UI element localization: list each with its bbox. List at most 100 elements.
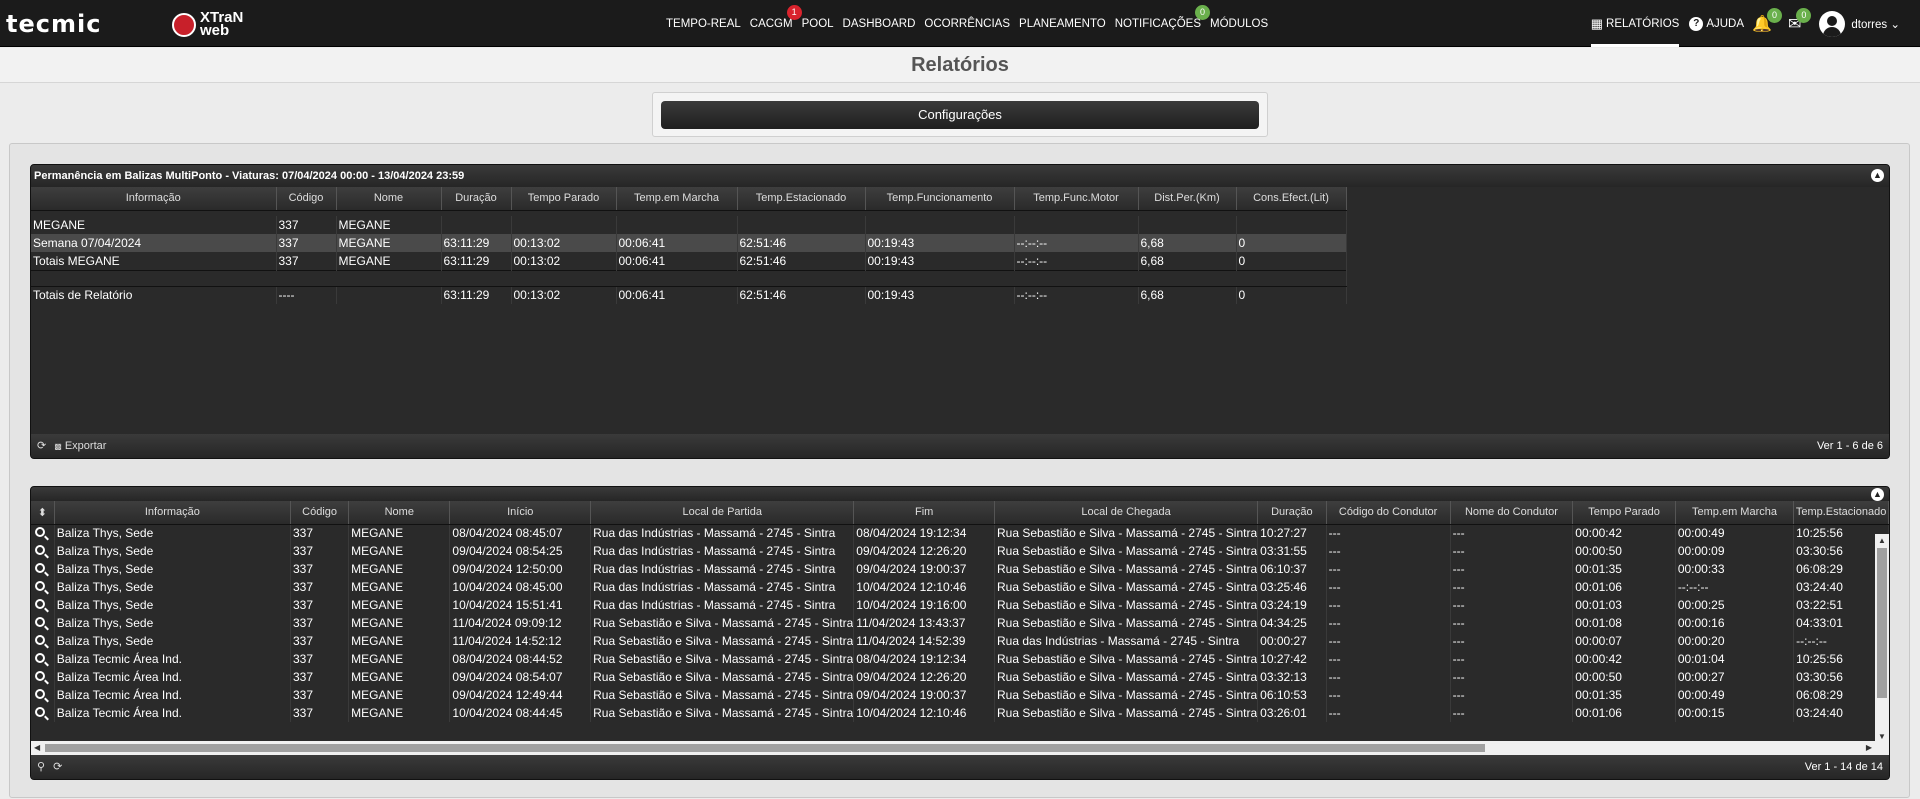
nav-item-planeamento[interactable]: PLANEAMENTO: [1019, 18, 1106, 30]
magnifier-icon[interactable]: [35, 635, 45, 645]
nav-item-tempo-real[interactable]: TEMPO-REAL: [666, 18, 741, 30]
column-header[interactable]: Nome do Condutor: [1450, 501, 1574, 525]
row-search-cell[interactable]: [31, 632, 55, 650]
row-search-cell[interactable]: [31, 686, 55, 704]
table-row[interactable]: Baliza Thys, Sede 337 MEGANE 11/04/2024 09:…: [31, 614, 1889, 632]
user-menu[interactable]: dtorres ⌄: [1851, 17, 1900, 31]
nav-item-cacgm[interactable]: CACGM 1: [750, 4, 802, 30]
column-header[interactable]: Cons.Efect.(Lit): [1236, 187, 1347, 211]
magnifier-icon[interactable]: [35, 653, 45, 663]
nav-item-notificações[interactable]: NOTIFICAÇÕES 0: [1115, 4, 1210, 30]
table-row[interactable]: Baliza Tecmic Área Ind. 337 MEGANE 09/04/20…: [31, 686, 1889, 704]
nav-badge: 1: [786, 4, 802, 20]
column-header[interactable]: Duração: [441, 187, 512, 211]
notifications-bell-icon[interactable]: 🔔 0: [1752, 7, 1782, 34]
magnifier-icon[interactable]: [35, 671, 45, 681]
column-header[interactable]: Local de Partida: [590, 501, 855, 525]
table-row[interactable]: Baliza Thys, Sede 337 MEGANE 09/04/2024 08:…: [31, 542, 1889, 560]
scroll-left-icon[interactable]: ◀: [34, 743, 40, 752]
row-search-cell[interactable]: [31, 596, 55, 614]
row-search-cell[interactable]: [31, 578, 55, 596]
table-row[interactable]: Baliza Thys, Sede 337 MEGANE 10/04/2024 08:…: [31, 578, 1889, 596]
row-search-cell[interactable]: [31, 542, 55, 560]
column-header[interactable]: Tempo Parado: [511, 187, 617, 211]
column-header[interactable]: Dist.Per.(Km): [1138, 187, 1237, 211]
nav-item-ocorrências[interactable]: OCORRÊNCIAS: [924, 18, 1010, 30]
nav-item-pool[interactable]: POOL: [802, 18, 834, 30]
column-header[interactable]: Local de Chegada: [994, 501, 1259, 525]
magnifier-icon[interactable]: [35, 563, 45, 573]
scroll-thumb[interactable]: [45, 744, 1485, 752]
magnifier-icon[interactable]: [35, 527, 45, 538]
column-header[interactable]: Informação: [54, 501, 291, 525]
avatar[interactable]: [1819, 10, 1846, 37]
magnifier-icon[interactable]: [35, 599, 45, 609]
table-cell: Rua Sebastião e Silva - Massamá - 2745 -…: [590, 686, 855, 704]
column-header[interactable]: Tempo Parado: [1572, 501, 1676, 525]
vertical-scrollbar[interactable]: ▲ ▼: [1875, 534, 1889, 743]
magnifier-icon[interactable]: [35, 617, 45, 627]
table-row[interactable]: Baliza Thys, Sede 337 MEGANE 08/04/2024 08:…: [31, 524, 1889, 542]
scroll-up-icon[interactable]: ▲: [1878, 536, 1886, 545]
table-cell: 08/04/2024 08:44:52: [449, 650, 592, 668]
search-icon[interactable]: ⚲: [37, 755, 45, 779]
row-search-cell[interactable]: [31, 650, 55, 668]
table-cell: 00:06:41: [616, 234, 738, 252]
total-row[interactable]: Totais de Relatório ---- 63:11:29 00:13:02 0…: [31, 286, 1347, 304]
table-cell: 0: [1236, 252, 1347, 270]
refresh-icon[interactable]: ⟳: [37, 434, 46, 458]
refresh-icon[interactable]: ⟳: [53, 755, 62, 779]
table-row[interactable]: Baliza Tecmic Área Ind. 337 MEGANE 08/04/20…: [31, 650, 1889, 668]
table-row[interactable]: Baliza Thys, Sede 337 MEGANE 10/04/2024 15:…: [31, 596, 1889, 614]
tecmic-logo[interactable]: tecmic: [6, 12, 154, 36]
nav-item-dashboard[interactable]: DASHBOARD: [843, 18, 916, 30]
column-header[interactable]: Temp.Estacionado: [1793, 501, 1889, 525]
export-button[interactable]: ▩ Exportar: [54, 434, 106, 459]
horizontal-scrollbar[interactable]: ◀ ▶: [31, 741, 1889, 755]
table-row[interactable]: MEGANE 337 MEGANE: [31, 216, 1347, 234]
magnifier-icon[interactable]: [35, 581, 45, 591]
column-header[interactable]: Temp.Funcionamento: [865, 187, 1015, 211]
column-header[interactable]: Fim: [853, 501, 996, 525]
row-search-cell[interactable]: [31, 524, 55, 542]
table-row[interactable]: Baliza Tecmic Área Ind. 337 MEGANE 09/04/20…: [31, 668, 1889, 686]
sort-icon[interactable]: ⬍: [31, 501, 55, 525]
collapse-up-icon[interactable]: ▲: [1871, 169, 1884, 182]
table-row[interactable]: Totais MEGANE 337 MEGANE 63:11:29 00:13:02 00…: [31, 252, 1347, 270]
column-header[interactable]: Código: [290, 501, 350, 525]
table-row[interactable]: Baliza Thys, Sede 337 MEGANE 09/04/2024 12:…: [31, 560, 1889, 578]
column-header[interactable]: Nome: [336, 187, 442, 211]
table-cell: ---: [1450, 578, 1574, 596]
scroll-down-icon[interactable]: ▼: [1878, 732, 1886, 741]
column-header[interactable]: Código do Condutor: [1326, 501, 1451, 525]
collapse-up-icon[interactable]: ▲: [1871, 488, 1884, 501]
column-header[interactable]: Temp.Func.Motor: [1014, 187, 1139, 211]
column-header[interactable]: Início: [449, 501, 592, 525]
column-header[interactable]: Informação: [31, 187, 277, 211]
magnifier-icon[interactable]: [35, 545, 45, 555]
magnifier-icon[interactable]: [35, 707, 45, 717]
messages-mail-icon[interactable]: ✉ 0: [1788, 7, 1812, 34]
table-row[interactable]: Baliza Thys, Sede 337 MEGANE 11/04/2024 14:…: [31, 632, 1889, 650]
table-cell: MEGANE: [348, 614, 451, 632]
scroll-right-icon[interactable]: ▶: [1866, 743, 1872, 752]
column-header[interactable]: Temp.em Marcha: [616, 187, 738, 211]
column-header[interactable]: Duração: [1257, 501, 1327, 525]
row-search-cell[interactable]: [31, 668, 55, 686]
column-header[interactable]: Nome: [348, 501, 451, 525]
nav-relatorios[interactable]: ▦ RELATÓRIOS: [1590, 0, 1680, 47]
nav-item-módulos[interactable]: MÓDULOS: [1210, 18, 1268, 30]
row-search-cell[interactable]: [31, 560, 55, 578]
column-header[interactable]: Temp.em Marcha: [1675, 501, 1795, 525]
row-search-cell[interactable]: [31, 614, 55, 632]
table-row[interactable]: Baliza Tecmic Área Ind. 337 MEGANE 10/04/20…: [31, 704, 1889, 722]
column-header[interactable]: Código: [276, 187, 337, 211]
table-row[interactable]: Semana 07/04/2024 337 MEGANE 63:11:29 00:13:…: [31, 234, 1347, 252]
table-cell: Baliza Thys, Sede: [54, 614, 291, 632]
nav-ajuda[interactable]: ? AJUDA: [1689, 0, 1744, 47]
configuracoes-button[interactable]: Configurações: [661, 101, 1259, 129]
row-search-cell[interactable]: [31, 704, 55, 722]
scroll-thumb[interactable]: [1877, 548, 1887, 698]
column-header[interactable]: Temp.Estacionado: [737, 187, 866, 211]
magnifier-icon[interactable]: [35, 689, 45, 699]
